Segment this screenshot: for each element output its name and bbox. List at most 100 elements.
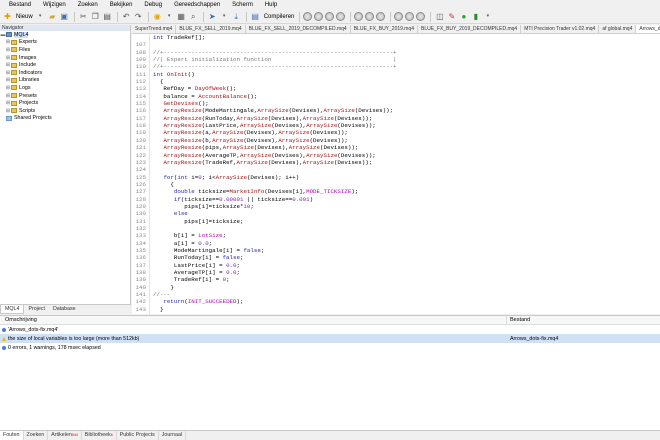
folder-icon bbox=[11, 39, 17, 45]
step-into-button[interactable] bbox=[354, 12, 364, 21]
output-row-selected[interactable]: the size of local variables is too large… bbox=[0, 334, 660, 343]
folder-icon bbox=[11, 108, 17, 114]
tab-mql4[interactable]: MQL4 bbox=[0, 305, 25, 314]
pause-debug-button[interactable] bbox=[325, 12, 335, 21]
navigator-toggle-icon[interactable]: ◉ bbox=[152, 11, 163, 22]
column-file[interactable]: Bestand bbox=[507, 316, 530, 324]
code-text: ArrayResize(pips,ArraySize(Devises),Arra… bbox=[163, 144, 359, 152]
code-text: RefDay = DayOfWeek(); bbox=[153, 85, 237, 93]
line-number: 130 bbox=[135, 210, 146, 218]
watch-icon[interactable]: ◫ bbox=[434, 11, 445, 22]
code-area[interactable]: int TradeRef[]; 107 108 //+----------------… bbox=[132, 34, 660, 314]
redo-icon[interactable]: ↷ bbox=[133, 11, 144, 22]
line-number: 113 bbox=[135, 85, 146, 93]
tree-item-images[interactable]: ⊞ Images bbox=[0, 54, 130, 62]
tree-item-files[interactable]: ⊞ Files bbox=[0, 46, 130, 54]
menu-hulp[interactable]: Hulp bbox=[259, 0, 283, 10]
profile-button[interactable] bbox=[416, 12, 426, 21]
navigator-panel: Navigator ▬ MQL4 ⊞ Experts ⊞ Files ⊞ Ima… bbox=[0, 25, 131, 314]
tab-zoeken[interactable]: Zoeken bbox=[24, 431, 49, 440]
tree-item-experts[interactable]: ⊞ Experts bbox=[0, 39, 130, 47]
breakpoint-button[interactable] bbox=[394, 12, 404, 21]
toolbox-panel: Omschrijving Bestand 'Arrows_dots-fix.mq… bbox=[0, 315, 660, 440]
tab-artikelen[interactable]: Artikelen944 bbox=[48, 431, 82, 440]
toolbox-icon[interactable]: ▦ bbox=[176, 11, 187, 22]
open-folder-icon[interactable]: ▰ bbox=[47, 11, 58, 22]
menu-gereedschappen[interactable]: Gereedschappen bbox=[168, 0, 226, 10]
step-over-button[interactable] bbox=[365, 12, 375, 21]
paste-icon[interactable]: ▤ bbox=[102, 11, 113, 22]
save-icon[interactable]: ▣ bbox=[59, 11, 70, 22]
menu-zoeken[interactable]: Zoeken bbox=[72, 0, 104, 10]
start-debug-real-button[interactable] bbox=[314, 12, 324, 21]
terminal-icon[interactable]: ▮ bbox=[470, 11, 481, 22]
tab-journaal[interactable]: Journaal bbox=[159, 431, 187, 440]
styler-icon[interactable]: ✎ bbox=[446, 11, 457, 22]
stop-debug-button[interactable] bbox=[336, 12, 346, 21]
code-line: 135 ModeMartingale[i] = false; bbox=[132, 247, 660, 254]
file-tab[interactable]: SuperTrend.mq4 bbox=[132, 25, 177, 33]
tree-item-libraries[interactable]: ⊞ Libraries bbox=[0, 77, 130, 85]
tree-item-scripts[interactable]: ⊞ Scripts bbox=[0, 107, 130, 115]
folder-icon bbox=[11, 55, 17, 61]
tree-item-projects[interactable]: ⊞ Projects bbox=[0, 99, 130, 107]
start-debug-history-button[interactable] bbox=[303, 12, 313, 21]
tree-item-logs[interactable]: ⊞ Logs bbox=[0, 84, 130, 92]
cut-icon[interactable]: ✂ bbox=[78, 11, 89, 22]
line-number: 140 bbox=[135, 283, 146, 291]
compile-icon[interactable]: ▤ bbox=[250, 11, 261, 22]
dropdown-icon[interactable]: ▾ bbox=[219, 11, 230, 22]
file-tab[interactable]: BLUE_FX_BUY_2019_DECOMPILED.mq4 bbox=[418, 25, 522, 33]
tree-item-include[interactable]: ⊞ Include bbox=[0, 61, 130, 69]
code-text: //+-------------------------------------… bbox=[153, 63, 397, 71]
new-file-icon[interactable]: ✚ bbox=[2, 11, 13, 22]
code-editor: SuperTrend.mq4 BLUE_FX_SELL_2019.mq4 BLU… bbox=[132, 25, 660, 314]
code-text: { bbox=[153, 180, 174, 188]
line-number: 109 bbox=[135, 56, 146, 64]
menu-scherm[interactable]: Scherm bbox=[226, 0, 259, 10]
info-icon bbox=[0, 345, 8, 350]
tree-item-shared-projects[interactable]: Shared Projects bbox=[0, 115, 130, 123]
column-description[interactable]: Omschrijving bbox=[0, 316, 507, 324]
code-line: 131 pips[i]=ticksize; bbox=[132, 218, 660, 225]
code-line: 122 ArrayResize(AverageTP,ArraySize(Devi… bbox=[132, 152, 660, 159]
file-tab[interactable]: BLUE_FX_SELL_2019_DECOMPILED.mq4 bbox=[246, 25, 351, 33]
code-line: 127 double ticksize=MarketInfo(Devises[i… bbox=[132, 188, 660, 195]
file-tab[interactable]: BLUE_FX_SELL_2019.mq4 bbox=[176, 25, 246, 33]
code-text: balance = AccountBalance(); bbox=[153, 92, 258, 100]
step-out-button[interactable] bbox=[376, 12, 386, 21]
menu-bestand[interactable]: Bestand bbox=[3, 0, 37, 10]
tree-item-indicators[interactable]: ⊞ Indicators bbox=[0, 69, 130, 77]
tab-database[interactable]: Database bbox=[49, 305, 80, 314]
tab-bibliotheek[interactable]: Bibliotheek6 bbox=[82, 431, 117, 440]
code-text: ArrayResize(AverageTP,ArraySize(Devises)… bbox=[163, 151, 376, 159]
search-icon[interactable]: ⌕ bbox=[188, 11, 199, 22]
tab-fouten[interactable]: Fouten bbox=[0, 431, 24, 440]
copy-icon[interactable]: ❐ bbox=[90, 11, 101, 22]
tree-root-mql4[interactable]: ▬ MQL4 bbox=[0, 31, 130, 39]
menu-debug[interactable]: Debug bbox=[138, 0, 168, 10]
dropdown-icon[interactable]: ▾ bbox=[482, 11, 493, 22]
dropdown-icon[interactable]: ▾ bbox=[35, 11, 46, 22]
tab-public-projects[interactable]: Public Projects bbox=[117, 431, 159, 440]
new-button[interactable]: Nieuw bbox=[14, 11, 35, 22]
file-tab-active[interactable]: Arrows_dots-fix.mq4 bbox=[636, 25, 660, 33]
undo-icon[interactable]: ↶ bbox=[121, 11, 132, 22]
goto-icon[interactable]: ➤ bbox=[207, 11, 218, 22]
code-line: 114 balance = AccountBalance(); bbox=[132, 93, 660, 100]
code-line: 111 int OnInit() bbox=[132, 71, 660, 78]
output-row[interactable]: 0 errors, 1 warnings, 178 msec elapsed bbox=[0, 343, 660, 352]
menu-wijzigen[interactable]: Wijzigen bbox=[37, 0, 72, 10]
output-row[interactable]: 'Arrows_dots-fix.mq4' bbox=[0, 325, 660, 334]
metaquotes-icon[interactable]: ● bbox=[458, 11, 469, 22]
file-tab[interactable]: af global.mq4 bbox=[599, 25, 637, 33]
file-tab[interactable]: BLUE_FX_BUY_2019.mq4 bbox=[351, 25, 419, 33]
tab-project[interactable]: Project bbox=[24, 305, 49, 314]
tree-item-presets[interactable]: ⊞ Presets bbox=[0, 92, 130, 100]
menu-bekijken[interactable]: Bekijken bbox=[104, 0, 139, 10]
bookmark-icon[interactable]: ⤓ bbox=[231, 11, 242, 22]
dropdown-icon[interactable]: ▾ bbox=[164, 11, 175, 22]
remove-breakpoints-button[interactable] bbox=[405, 12, 415, 21]
file-tab[interactable]: MTI Precision Trader v1.02.mq4 bbox=[521, 25, 600, 33]
compile-button[interactable]: Compileren bbox=[262, 11, 297, 22]
